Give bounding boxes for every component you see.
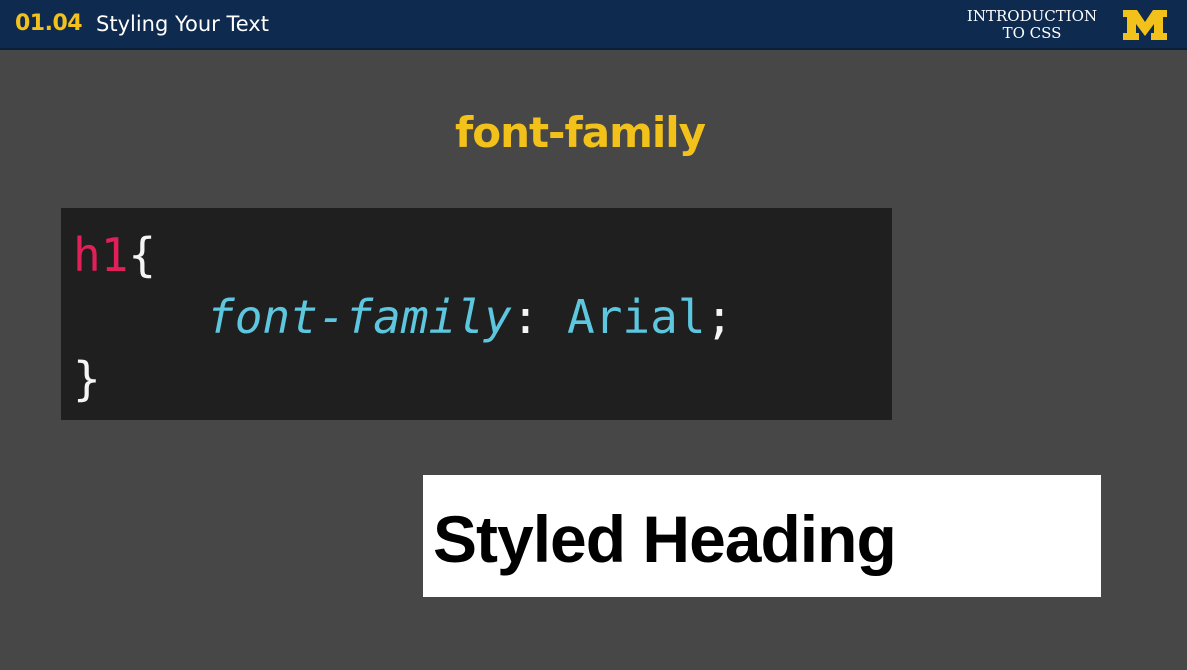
lesson-title: Styling Your Text [96,12,269,36]
styled-heading-preview: Styled Heading [433,502,897,576]
course-title-line1: INTRODUCTION [966,7,1098,25]
css-property: font-family [207,290,512,344]
css-semicolon: ; [705,290,734,344]
code-line-2: font-family: Arial; [73,286,892,348]
course-title: INTRODUCTION TO CSS [957,8,1107,42]
code-line-3: } [73,348,892,410]
rendered-preview: Styled Heading [423,475,1101,597]
close-brace: } [73,352,101,406]
slide-title: font-family [454,108,706,157]
slide-frame: 01.04 Styling Your Text INTRODUCTION TO … [0,0,1187,670]
header-bar: 01.04 Styling Your Text INTRODUCTION TO … [0,0,1187,50]
block-m-logo-icon [1123,10,1167,40]
css-value: Arial [567,290,706,344]
css-value-space [539,290,567,344]
code-line-1: h1{ [73,224,892,286]
course-title-line2: TO CSS [1002,24,1062,42]
code-block: h1{ font-family: Arial; } [61,208,892,420]
lesson-number: 01.04 [15,11,83,36]
css-colon: : [511,290,540,344]
open-brace: { [128,228,157,282]
css-selector: h1 [73,228,129,282]
